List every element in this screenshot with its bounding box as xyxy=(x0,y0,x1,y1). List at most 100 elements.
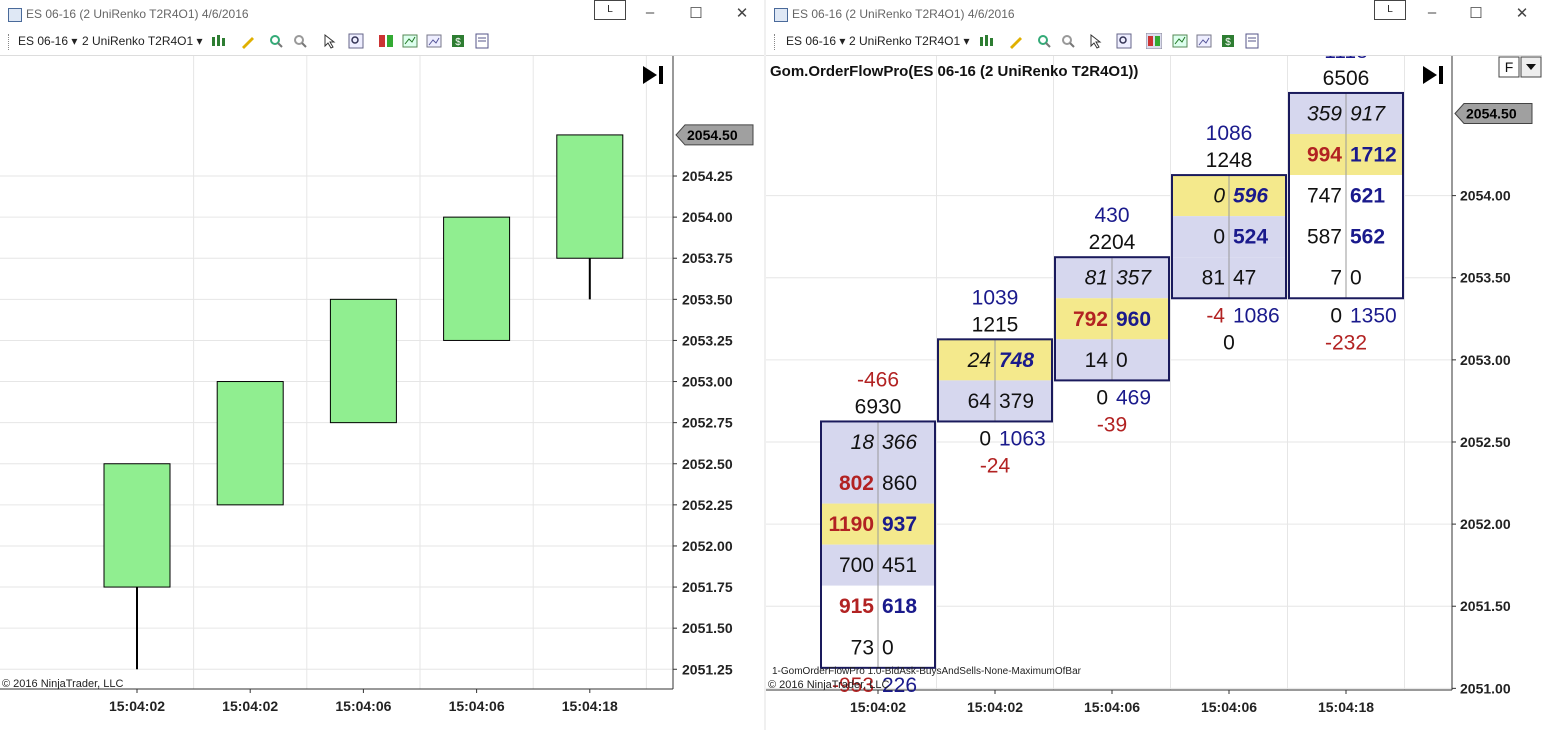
svg-text:$: $ xyxy=(1225,37,1231,48)
bid-volume: 73 xyxy=(851,636,874,659)
ask-volume: 618 xyxy=(882,595,917,618)
bars-type-selector[interactable]: 2 UniRenko T2R4O1 ▾ xyxy=(849,34,970,48)
strategies-icon[interactable] xyxy=(1196,33,1212,49)
chart-trader-icon[interactable] xyxy=(1146,33,1162,49)
chart-style-icon[interactable] xyxy=(210,33,226,49)
close-icon[interactable]: ✕ xyxy=(1512,4,1532,22)
zoom-in-icon[interactable] xyxy=(1036,33,1052,49)
maximize-icon[interactable]: ☐ xyxy=(1466,4,1486,22)
indicators-icon[interactable] xyxy=(402,33,418,49)
bar-volume-label: 6506 xyxy=(1323,67,1370,90)
chart-style-icon[interactable] xyxy=(978,33,994,49)
bar-bottom-ask: 1350 xyxy=(1350,304,1397,327)
scroll-end-icon[interactable] xyxy=(643,66,657,84)
y-tick-label: 2053.50 xyxy=(682,291,733,307)
maximize-icon[interactable]: ☐ xyxy=(686,4,706,22)
minimize-icon[interactable]: – xyxy=(1422,4,1442,21)
bar-delta-label: -466 xyxy=(857,368,899,391)
left-link-button[interactable]: L xyxy=(594,0,626,20)
cursor-icon[interactable] xyxy=(1088,33,1104,49)
y-tick-label: 2053.00 xyxy=(1460,352,1511,368)
bars-type-label: 2 UniRenko T2R4O1 xyxy=(849,34,961,48)
f-button-label[interactable]: F xyxy=(1505,59,1514,75)
scroll-end-bar-icon[interactable] xyxy=(1439,66,1443,84)
left-title-bar[interactable]: ES 06-16 (2 UniRenko T2R4O1) 4/6/2016 L … xyxy=(0,0,764,28)
indicators-icon[interactable] xyxy=(1172,33,1188,49)
right-title-bar[interactable]: ES 06-16 (2 UniRenko T2R4O1) 4/6/2016 L … xyxy=(766,0,1542,28)
left-candlestick-chart[interactable]: 2054.25 2054.00 2053.75 2053.50 2053.25 2053.… xyxy=(0,56,764,730)
bid-volume: 747 xyxy=(1307,185,1342,208)
bid-volume: 587 xyxy=(1307,226,1342,249)
right-chart-window: ES 06-16 (2 UniRenko T2R4O1) 4/6/2016 L … xyxy=(766,0,1542,730)
bar-bottom-bid: 0 xyxy=(1330,304,1342,327)
ask-volume: 860 xyxy=(882,472,917,495)
y-tick-label: 2053.50 xyxy=(1460,270,1511,286)
bar-delta-label: 430 xyxy=(1094,204,1129,227)
bars-type-selector[interactable]: 2 UniRenko T2R4O1 ▾ xyxy=(82,34,203,48)
search-icon[interactable] xyxy=(1116,33,1132,49)
left-toolbar: ES 06-16 ▾ 2 UniRenko T2R4O1 ▾ $ xyxy=(0,28,764,56)
right-window-title: ES 06-16 (2 UniRenko T2R4O1) 4/6/2016 xyxy=(792,7,1015,21)
properties-icon[interactable] xyxy=(1244,33,1260,49)
x-tick-label: 15:04:06 xyxy=(449,698,505,714)
candle-body xyxy=(556,134,624,259)
close-icon[interactable]: ✕ xyxy=(732,4,752,22)
y-tick-label: 2051.50 xyxy=(1460,598,1511,614)
bid-volume: 1190 xyxy=(828,513,874,536)
ask-volume: 917 xyxy=(1350,102,1386,125)
bar-volume-label: 1248 xyxy=(1206,149,1253,172)
candle-body xyxy=(103,463,171,588)
chart-trader-icon[interactable] xyxy=(378,33,394,49)
search-icon[interactable] xyxy=(348,33,364,49)
ask-volume: 0 xyxy=(882,636,894,659)
ask-volume: 562 xyxy=(1350,226,1385,249)
dollar-icon[interactable]: $ xyxy=(450,33,466,49)
copyright-text: © 2016 NinjaTrader, LLC xyxy=(768,679,889,691)
bar-bottom-bid: 0 xyxy=(979,427,991,450)
y-tick-label: 2052.25 xyxy=(682,497,733,513)
zoom-out-icon[interactable] xyxy=(292,33,308,49)
bid-volume: 18 xyxy=(851,431,875,454)
svg-text:$: $ xyxy=(455,37,461,48)
drawing-tool-icon[interactable] xyxy=(1008,33,1024,49)
zoom-in-icon[interactable] xyxy=(268,33,284,49)
strategies-icon[interactable] xyxy=(426,33,442,49)
instrument-selector[interactable]: ES 06-16 ▾ xyxy=(786,34,845,48)
bars-type-label: 2 UniRenko T2R4O1 xyxy=(82,34,194,48)
x-tick-label: 15:04:02 xyxy=(850,699,906,715)
y-tick-label: 2052.50 xyxy=(1460,434,1511,450)
right-toolbar: ES 06-16 ▾ 2 UniRenko T2R4O1 ▾ $ xyxy=(766,28,1542,56)
toolbar-grip[interactable] xyxy=(8,34,11,50)
bar-volume-label: 1215 xyxy=(972,313,1019,336)
y-tick-label: 2052.00 xyxy=(682,538,733,554)
instrument-selector[interactable]: ES 06-16 ▾ xyxy=(18,34,77,48)
x-tick-label: 15:04:02 xyxy=(222,698,278,714)
properties-icon[interactable] xyxy=(474,33,490,49)
drawing-tool-icon[interactable] xyxy=(240,33,256,49)
zoom-out-icon[interactable] xyxy=(1060,33,1076,49)
ask-volume: 1712 xyxy=(1350,144,1397,167)
y-tick-label: 2053.75 xyxy=(682,250,733,266)
ask-volume: 47 xyxy=(1233,267,1256,290)
y-tick-label: 2054.00 xyxy=(1460,188,1511,204)
x-tick-label: 15:04:18 xyxy=(1318,699,1374,715)
scroll-end-icon[interactable] xyxy=(1423,66,1437,84)
minimize-icon[interactable]: – xyxy=(640,4,660,21)
chevron-down-icon: ▾ xyxy=(963,34,970,48)
cursor-icon[interactable] xyxy=(322,33,338,49)
y-tick-label: 2051.50 xyxy=(682,620,733,636)
chart-app-icon xyxy=(774,8,788,22)
bar-bottom-delta: -232 xyxy=(1325,331,1367,354)
instrument-label: ES 06-16 xyxy=(786,34,837,48)
bar-delta-label: 1039 xyxy=(972,286,1019,309)
bid-volume: 64 xyxy=(968,390,992,413)
scroll-end-bar-icon[interactable] xyxy=(659,66,663,84)
y-tick-label: 2054.00 xyxy=(682,209,733,225)
y-tick-label: 2051.00 xyxy=(1460,680,1511,696)
y-tick-label: 2053.25 xyxy=(682,332,733,348)
y-tick-label: 2053.00 xyxy=(682,374,733,390)
dollar-icon[interactable]: $ xyxy=(1220,33,1236,49)
toolbar-grip[interactable] xyxy=(774,34,777,50)
right-footprint-chart[interactable]: 2054.00 2053.50 2053.00 2052.50 2052.00 2051.… xyxy=(766,56,1542,730)
right-link-button[interactable]: L xyxy=(1374,0,1406,20)
